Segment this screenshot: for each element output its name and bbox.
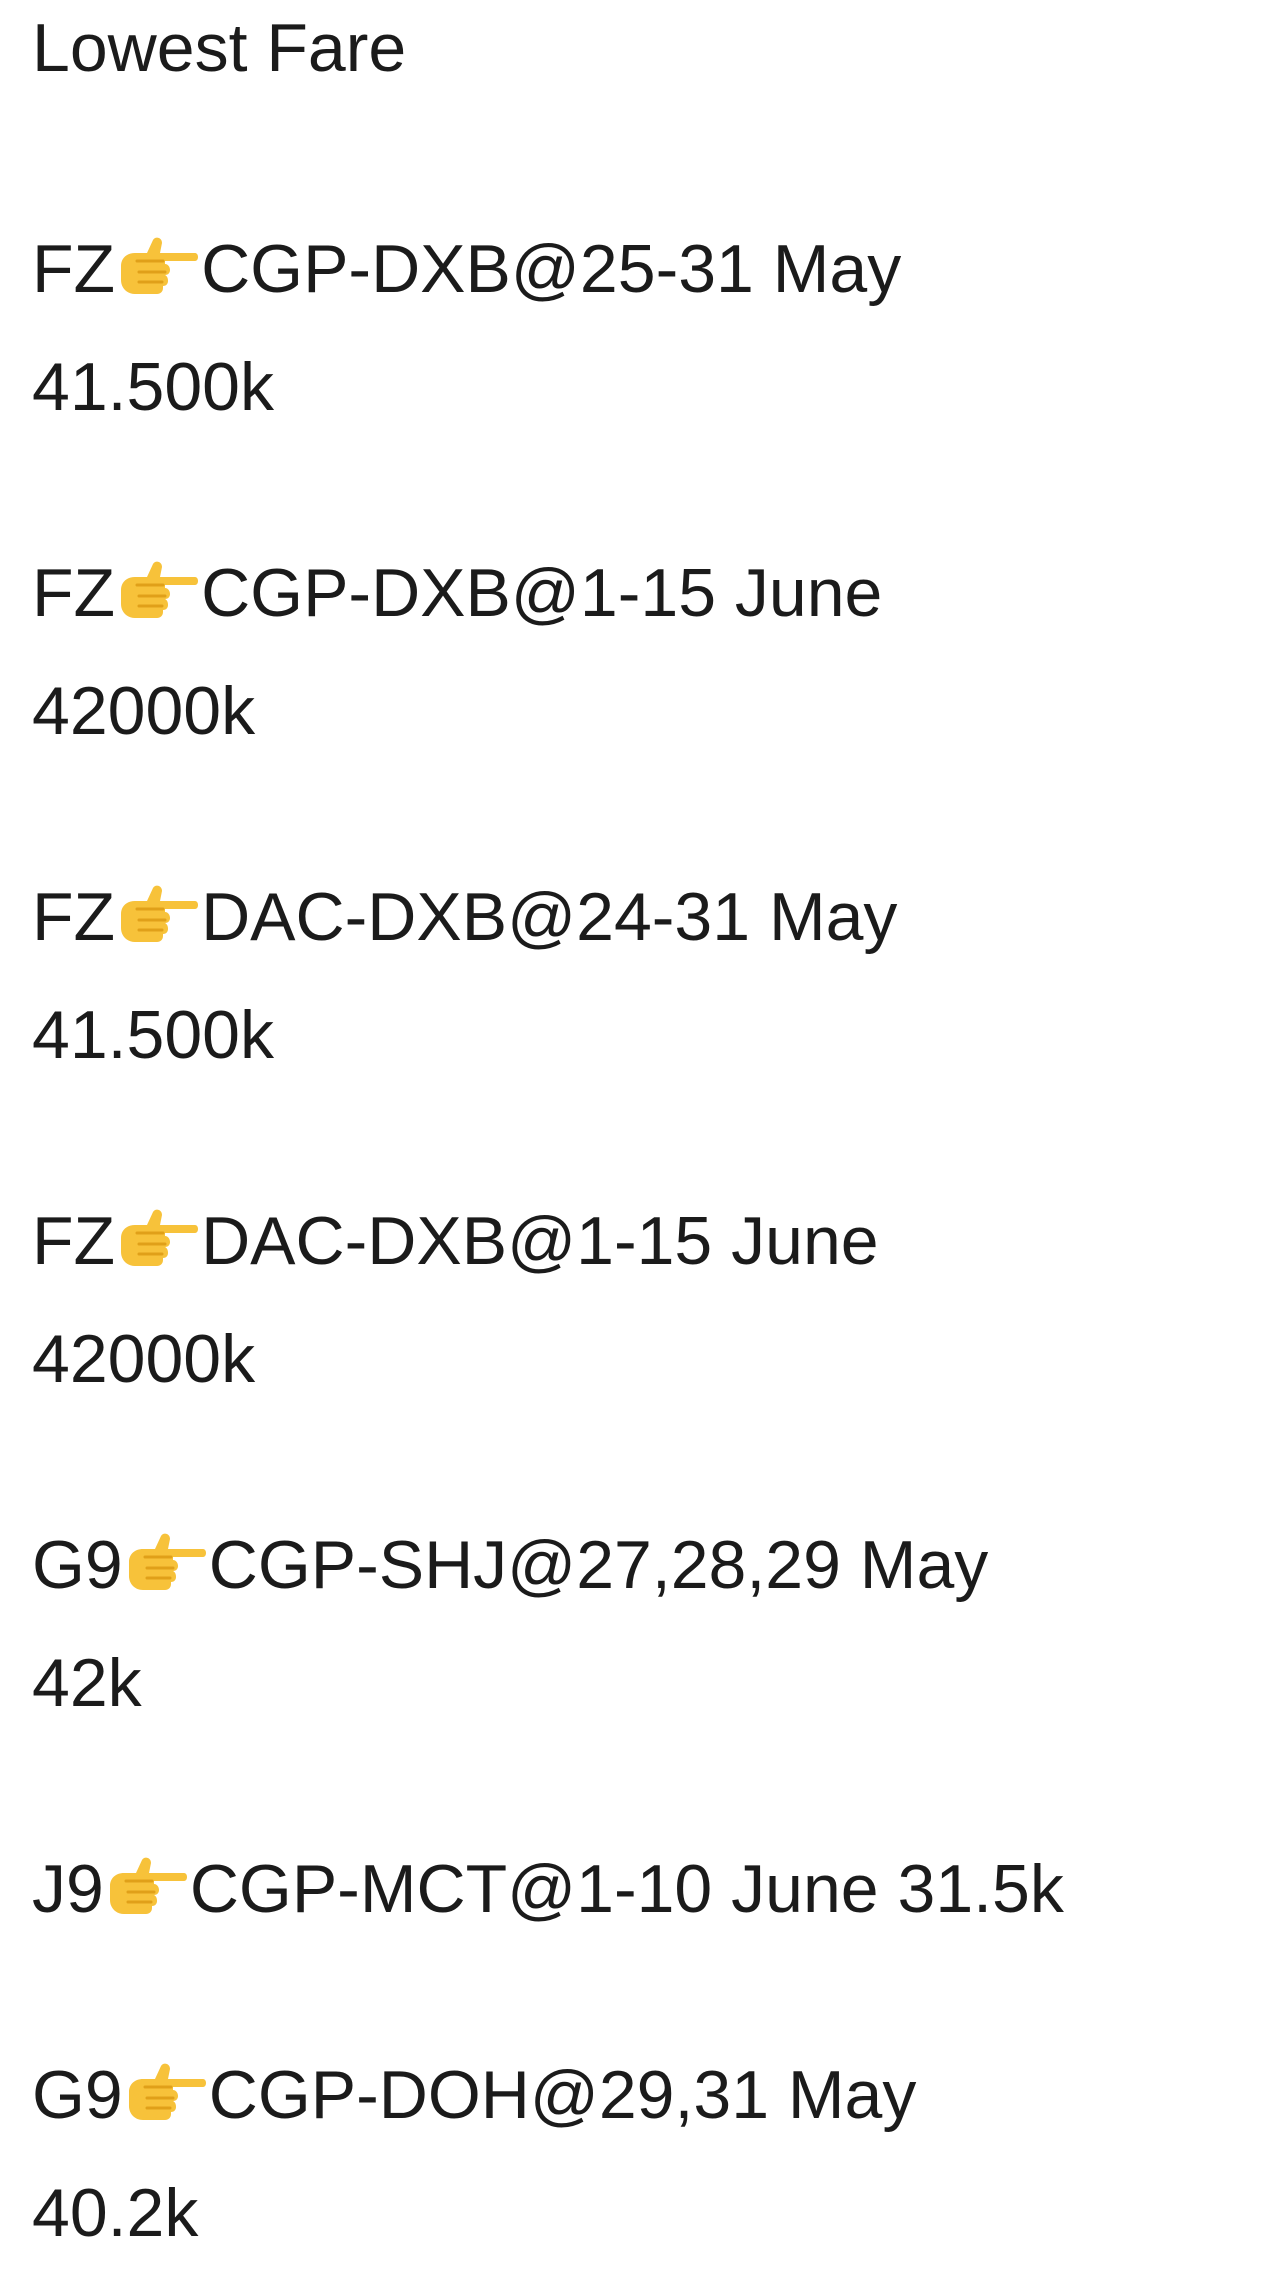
pointing-right-hand-icon bbox=[123, 1532, 207, 1596]
message-title: Lowest Fare bbox=[32, 10, 407, 86]
airline-code: J9 bbox=[32, 1851, 104, 1927]
pointing-right-hand-icon bbox=[104, 1856, 188, 1920]
airline-code: FZ bbox=[32, 879, 116, 955]
fare-price: 41.500k bbox=[32, 349, 274, 425]
fare-route-line: FZ CGP-DXB@25-31 May bbox=[32, 210, 1262, 328]
fare-price: 31.5k bbox=[897, 1851, 1064, 1927]
fare-entry: J9 CGP-MCT@1-10 June 31.5k bbox=[32, 1830, 1262, 1948]
route-and-dates: DAC-DXB@24-31 May bbox=[201, 879, 898, 955]
route-and-dates: DAC-DXB@1-15 June bbox=[201, 1203, 879, 1279]
pointing-right-hand-icon bbox=[115, 560, 199, 624]
fare-entry: FZ CGP-DXB@25-31 May 41.500k bbox=[32, 210, 1262, 446]
pointing-right-hand-icon bbox=[115, 1208, 199, 1272]
fare-price: 42000k bbox=[32, 1321, 256, 1397]
fare-entry: FZ DAC-DXB@1-15 June 42000k bbox=[32, 1182, 1262, 1418]
fare-entry: FZ DAC-DXB@24-31 May 41.500k bbox=[32, 858, 1262, 1094]
airline-code: G9 bbox=[32, 1527, 123, 1603]
fare-route-line: FZ CGP-DXB@1-15 June bbox=[32, 534, 1262, 652]
fare-route-line: FZ DAC-DXB@1-15 June bbox=[32, 1182, 1262, 1300]
fare-price: 42k bbox=[32, 1645, 142, 1721]
pointing-right-hand-icon bbox=[115, 236, 199, 300]
route-and-dates: CGP-DOH@29,31 May bbox=[208, 2057, 917, 2133]
route-and-dates: CGP-DXB@25-31 May bbox=[201, 231, 902, 307]
pointing-right-hand-icon bbox=[123, 2062, 207, 2126]
pointing-right-hand-icon bbox=[115, 884, 199, 948]
fare-route-line: J9 CGP-MCT@1-10 June 31.5k bbox=[32, 1830, 1262, 1948]
fare-price: 42000k bbox=[32, 673, 256, 749]
airline-code: G9 bbox=[32, 2057, 123, 2133]
airline-code: FZ bbox=[32, 1203, 116, 1279]
airline-code: FZ bbox=[32, 231, 116, 307]
fare-entry: G9 CGP-SHJ@27,28,29 May 42k bbox=[32, 1506, 1262, 1742]
fare-route-line: G9 CGP-SHJ@27,28,29 May bbox=[32, 1506, 1262, 1624]
airline-code: FZ bbox=[32, 555, 116, 631]
route-and-dates: CGP-DXB@1-15 June bbox=[201, 555, 883, 631]
fare-route-line: FZ DAC-DXB@24-31 May bbox=[32, 858, 1262, 976]
fare-route-line: G9 CGP-DOH@29,31 May bbox=[32, 2036, 1262, 2154]
route-and-dates: CGP-MCT@1-10 June bbox=[189, 1851, 879, 1927]
route-and-dates: CGP-SHJ@27,28,29 May bbox=[208, 1527, 989, 1603]
fare-message: Lowest Fare FZ CGP-DXB@25-31 May 41.500k … bbox=[32, 0, 1262, 2272]
fare-entry: G9 CGP-DOH@29,31 May 40.2k bbox=[32, 2036, 1262, 2272]
fare-entry: FZ CGP-DXB@1-15 June 42000k bbox=[32, 534, 1262, 770]
fare-price: 41.500k bbox=[32, 997, 274, 1073]
fare-price: 40.2k bbox=[32, 2175, 199, 2251]
